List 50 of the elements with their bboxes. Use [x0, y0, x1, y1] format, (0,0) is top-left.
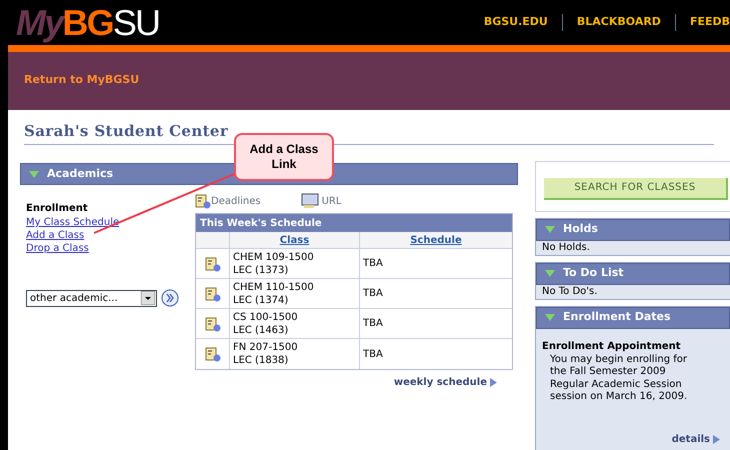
panel-text: No To Do's. [542, 285, 598, 299]
nav-link[interactable]: FEEDB [674, 14, 730, 31]
table-cell-text: LEC (1374) [233, 294, 290, 306]
url-link[interactable]: URL [322, 194, 342, 208]
nav-link[interactable]: BLACKBOARD [562, 14, 675, 31]
calendar-info-icon[interactable] [204, 256, 220, 272]
calendar-info-icon[interactable] [204, 346, 220, 362]
table-cell-text: TBA [363, 348, 383, 362]
enrollment-link[interactable]: My Class Schedule [26, 216, 120, 229]
section-title: To Do List [563, 265, 624, 282]
weekly-schedule-link[interactable]: weekly schedule [394, 375, 497, 390]
table-cell-text: LEC (1838) [233, 354, 290, 367]
page-title: Sarah's Student Center [24, 122, 228, 140]
table-cell-text: CHEM 109-1500 [233, 250, 315, 264]
enrollment-heading: Enrollment [26, 202, 89, 216]
go-icon[interactable] [161, 289, 179, 307]
calendar-info-icon[interactable] [204, 316, 220, 332]
table-title-bar: This Week's Schedule [196, 214, 512, 232]
section-title: Enrollment Dates [563, 309, 671, 326]
table-cell-text: CS 100-1500 [233, 310, 299, 324]
table-cell-text: LEC (1373) [233, 264, 290, 276]
play-arrow-icon [713, 434, 720, 444]
logo: MyBGSU [16, 4, 160, 40]
enrollment-link[interactable]: Add a Class [26, 229, 84, 242]
return-link[interactable]: Return to MyBGSU [24, 73, 140, 86]
table-cell-text: TBA [363, 257, 383, 271]
column-header[interactable]: Schedule [410, 232, 462, 248]
table-cell-text: LEC (1463) [233, 324, 290, 336]
nav-link[interactable]: BGSU.EDU [470, 14, 562, 31]
dropdown-arrow-icon[interactable] [141, 291, 155, 305]
play-arrow-icon [490, 378, 497, 387]
table-cell-text: TBA [363, 317, 383, 331]
monitor-icon[interactable] [300, 193, 319, 209]
table-cell-text: FN 207-1500 [233, 341, 299, 354]
table-cell-text: TBA [363, 287, 383, 301]
appointment-text: You may begin enrolling for the Fall Semester 2009 Regular Academic Session session on March 16, 2009. [549, 354, 688, 404]
section-title: Holds [563, 221, 598, 238]
callout-bubble: Add a Class Link [234, 133, 334, 181]
deadlines-link[interactable]: Deadlines [211, 194, 261, 208]
search-for-classes-button[interactable]: SEARCH FOR CLASSES [544, 178, 728, 200]
appointment-heading: Enrollment Appointment [542, 340, 682, 354]
panel-text: No Holds. [542, 241, 590, 255]
calendar-info-icon[interactable] [204, 286, 220, 302]
details-link[interactable]: details [672, 432, 720, 446]
column-header[interactable]: Class [280, 232, 310, 248]
table-cell-text: CHEM 110-1500 [233, 280, 315, 294]
enrollment-link[interactable]: Drop a Class [26, 242, 89, 255]
section-title: Academics [47, 166, 114, 182]
dropdown-field[interactable]: other academic... [26, 290, 157, 306]
calendar-info-icon[interactable] [195, 193, 211, 209]
